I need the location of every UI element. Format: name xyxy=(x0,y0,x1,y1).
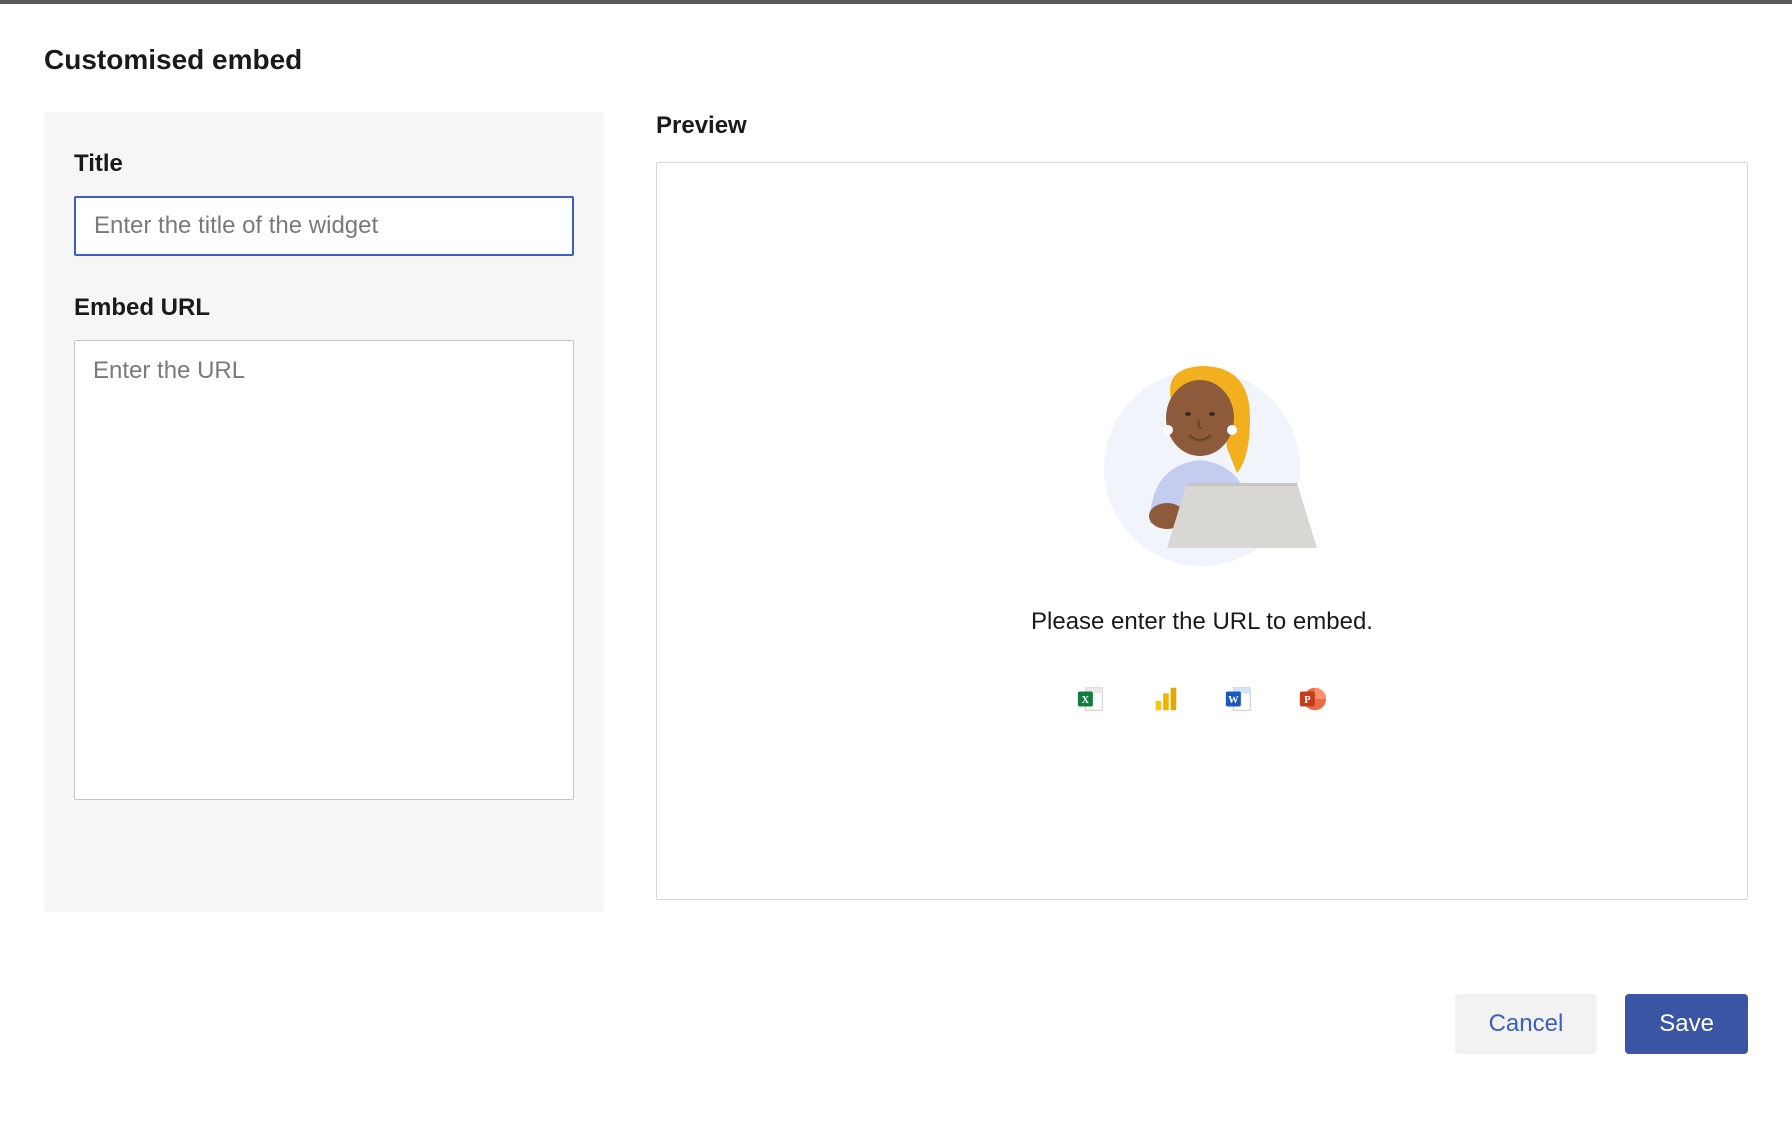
preview-illustration xyxy=(1072,348,1332,578)
dialog-content: Title Embed URL Preview xyxy=(44,112,1748,912)
word-icon: W xyxy=(1224,684,1254,714)
excel-icon: X xyxy=(1076,684,1106,714)
title-label: Title xyxy=(74,150,574,178)
dialog-title: Customised embed xyxy=(44,44,1748,76)
svg-text:P: P xyxy=(1304,695,1310,706)
save-button[interactable]: Save xyxy=(1625,994,1748,1054)
form-panel: Title Embed URL xyxy=(44,112,604,912)
preview-empty-message: Please enter the URL to embed. xyxy=(1031,608,1373,636)
preview-column: Preview xyxy=(656,112,1748,900)
dialog-actions: Cancel Save xyxy=(0,994,1792,1054)
svg-text:W: W xyxy=(1228,695,1239,706)
svg-text:X: X xyxy=(1082,695,1090,706)
preview-box: Please enter the URL to embed. X xyxy=(656,162,1748,900)
cancel-button[interactable]: Cancel xyxy=(1455,994,1598,1054)
app-icons-row: X xyxy=(1076,684,1328,714)
url-input[interactable] xyxy=(74,340,574,800)
title-form-group: Title xyxy=(74,150,574,256)
url-label: Embed URL xyxy=(74,294,574,322)
preview-label: Preview xyxy=(656,112,1748,140)
powerpoint-icon: P xyxy=(1298,684,1328,714)
customised-embed-dialog: Customised embed Title Embed URL Preview xyxy=(0,4,1792,952)
title-input[interactable] xyxy=(74,196,574,256)
powerbi-icon xyxy=(1150,684,1180,714)
url-form-group: Embed URL xyxy=(74,294,574,805)
